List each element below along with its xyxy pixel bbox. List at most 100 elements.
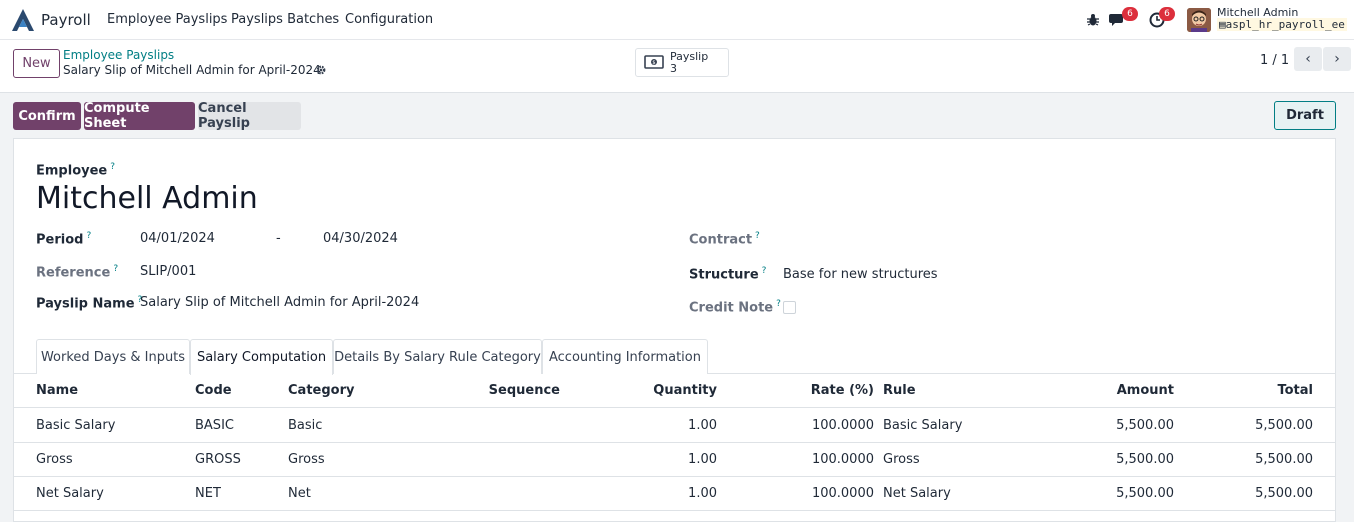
- cell-code: NET: [195, 486, 221, 501]
- pager-value[interactable]: 1 / 1: [1260, 53, 1289, 68]
- confirm-button[interactable]: Confirm: [13, 102, 81, 130]
- credit-note-checkbox[interactable]: [783, 301, 796, 314]
- tab-worked-days-inputs[interactable]: Worked Days & Inputs: [36, 339, 190, 374]
- bug-icon[interactable]: [1083, 10, 1103, 30]
- chevron-right-icon: ›: [1334, 51, 1340, 67]
- structure-label: Structure?: [689, 266, 766, 282]
- cell-category: Basic: [288, 418, 323, 433]
- payslip-smart-button[interactable]: $ Payslip 3: [635, 48, 729, 77]
- chevron-left-icon: ‹: [1305, 51, 1311, 67]
- pager-next-button[interactable]: ›: [1323, 47, 1351, 71]
- structure-label-text: Structure: [689, 267, 759, 283]
- cell-total: 5,500.00: [1255, 452, 1313, 467]
- payslip-name-label: Payslip Name?: [36, 295, 142, 311]
- gear-icon[interactable]: [315, 64, 327, 76]
- cell-rule: Gross: [883, 452, 920, 467]
- breadcrumb-current: Salary Slip of Mitchell Admin for April-…: [63, 63, 321, 77]
- payslip-name-label-text: Payslip Name: [36, 296, 135, 312]
- reference-label-text: Reference: [36, 265, 111, 281]
- period-separator: -: [276, 231, 281, 246]
- avatar[interactable]: [1187, 8, 1211, 32]
- cell-rate: 100.0000: [811, 486, 874, 501]
- cell-rule: Basic Salary: [883, 418, 963, 433]
- help-icon[interactable]: ?: [110, 162, 115, 172]
- cell-rate: 100.0000: [811, 418, 874, 433]
- cell-rule: Net Salary: [883, 486, 951, 501]
- cell-amount: 5,500.00: [1116, 452, 1174, 467]
- structure-field[interactable]: Base for new structures: [783, 267, 938, 282]
- cell-total: 5,500.00: [1255, 418, 1313, 433]
- cell-name: Net Salary: [36, 486, 104, 501]
- column-header-total[interactable]: Total: [1213, 383, 1313, 398]
- cell-code: BASIC: [195, 418, 234, 433]
- cell-name: Basic Salary: [36, 418, 116, 433]
- column-header-code[interactable]: Code: [195, 383, 232, 398]
- period-label-text: Period: [36, 232, 84, 248]
- column-header-rule[interactable]: Rule: [883, 383, 916, 398]
- cell-code: GROSS: [195, 452, 241, 467]
- money-icon: $: [644, 55, 664, 69]
- breadcrumb-parent[interactable]: Employee Payslips: [63, 48, 174, 62]
- column-header-name[interactable]: Name: [36, 383, 78, 398]
- tab-details-by-salary-rule-category[interactable]: Details By Salary Rule Category: [333, 339, 542, 374]
- help-icon[interactable]: ?: [113, 264, 118, 274]
- tab-salary-computation[interactable]: Salary Computation: [190, 339, 333, 375]
- column-header-sequence[interactable]: Sequence: [470, 383, 560, 398]
- payslip-name-field[interactable]: Salary Slip of Mitchell Admin for April-…: [140, 295, 419, 310]
- contract-label-text: Contract: [689, 232, 753, 248]
- menu-employee-payslips[interactable]: Employee Payslips: [107, 12, 227, 27]
- credit-note-label: Credit Note?: [689, 299, 781, 315]
- row-divider: [14, 510, 1335, 511]
- compute-sheet-button[interactable]: Compute Sheet: [84, 101, 195, 131]
- period-from-field[interactable]: 04/01/2024: [140, 231, 215, 246]
- top-navbar: Payroll Employee Payslips Payslips Batch…: [0, 0, 1354, 40]
- database-name: ▤aspl_hr_payroll_ee: [1217, 18, 1347, 31]
- help-icon[interactable]: ?: [762, 266, 767, 276]
- contract-label: Contract?: [689, 231, 760, 247]
- reference-label: Reference?: [36, 264, 118, 280]
- help-icon[interactable]: ?: [755, 231, 760, 241]
- tab-accounting-information[interactable]: Accounting Information: [542, 339, 708, 374]
- column-header-category[interactable]: Category: [288, 383, 354, 398]
- cancel-payslip-button[interactable]: Cancel Payslip: [198, 101, 301, 131]
- menu-configuration[interactable]: Configuration: [345, 12, 433, 27]
- period-label: Period?: [36, 231, 91, 247]
- cell-category: Net: [288, 486, 311, 501]
- column-header-rate[interactable]: Rate (%): [774, 383, 874, 398]
- cell-quantity: 1.00: [688, 418, 717, 433]
- cell-amount: 5,500.00: [1116, 418, 1174, 433]
- employee-name[interactable]: Mitchell Admin: [36, 181, 258, 216]
- form-sheet: Employee? Mitchell Admin Period? 04/01/2…: [13, 138, 1336, 522]
- database-icon: ▤: [1219, 18, 1226, 31]
- app-name[interactable]: Payroll: [41, 11, 91, 29]
- payroll-logo-icon[interactable]: [10, 8, 36, 32]
- column-header-amount[interactable]: Amount: [1074, 383, 1174, 398]
- activities-badge: 6: [1159, 7, 1175, 21]
- employee-label: Employee?: [36, 162, 115, 178]
- column-header-quantity[interactable]: Quantity: [617, 383, 717, 398]
- database-label: aspl_hr_payroll_ee: [1225, 18, 1345, 31]
- help-icon[interactable]: ?: [776, 299, 781, 309]
- row-divider: [14, 442, 1335, 443]
- cell-total: 5,500.00: [1255, 486, 1313, 501]
- cell-quantity: 1.00: [688, 486, 717, 501]
- pager-previous-button[interactable]: ‹: [1294, 47, 1322, 71]
- period-to-field[interactable]: 04/30/2024: [323, 231, 398, 246]
- cell-name: Gross: [36, 452, 73, 467]
- table-divider: [14, 407, 1335, 408]
- menu-payslips-batches[interactable]: Payslips Batches: [231, 12, 339, 27]
- control-panel: New Employee Payslips Salary Slip of Mit…: [0, 40, 1354, 93]
- status-draft[interactable]: Draft: [1274, 101, 1336, 130]
- help-icon[interactable]: ?: [86, 231, 91, 241]
- employee-label-text: Employee: [36, 163, 108, 179]
- messages-badge: 6: [1122, 7, 1138, 21]
- svg-text:$: $: [652, 60, 655, 66]
- cell-quantity: 1.00: [688, 452, 717, 467]
- smart-button-value: 3: [670, 62, 677, 75]
- credit-note-label-text: Credit Note: [689, 300, 774, 316]
- new-button[interactable]: New: [13, 49, 60, 78]
- cell-category: Gross: [288, 452, 325, 467]
- row-divider: [14, 476, 1335, 477]
- cell-rate: 100.0000: [811, 452, 874, 467]
- cell-amount: 5,500.00: [1116, 486, 1174, 501]
